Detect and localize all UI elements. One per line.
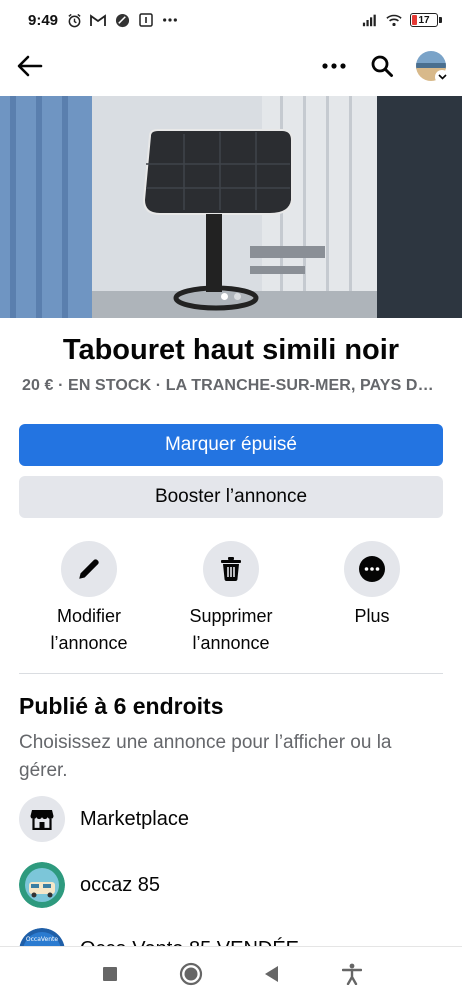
edit-listing-action[interactable]: Modifier l’annonce [14,541,164,657]
listing-actions: Modifier l’annonce Supprimer l’annonce P… [0,541,462,661]
delete-label-line2: l’annonce [192,633,270,653]
more-icon[interactable] [320,52,348,80]
more-listing-label: Plus [354,603,389,630]
back-icon[interactable] [256,959,286,989]
section-divider [19,673,443,674]
more-horizontal-icon[interactable] [344,541,400,597]
battery-icon: 17 [410,13,442,27]
group-avatar: OccaVente [19,928,65,947]
back-arrow-icon[interactable] [16,52,44,80]
home-icon[interactable] [176,959,206,989]
profile-avatar[interactable] [416,51,449,84]
delete-listing-label: Supprimer l’annonce [189,603,272,657]
published-description: Choisissez une annonce pour l’afficher o… [19,732,392,781]
published-title: Publié à 6 endroits [19,693,224,719]
signal-icon [362,12,378,28]
edit-label-line2: l’annonce [50,633,128,653]
status-right: 17 [362,12,442,28]
status-left: 9:49 [28,12,178,29]
top-nav [0,42,462,90]
place-label: Marketplace [80,807,189,830]
delete-listing-action[interactable]: Supprimer l’annonce [156,541,306,657]
place-label: occaz 85 [80,873,161,896]
more-listing-action[interactable]: Plus [297,541,447,630]
listing-meta: 20 € · EN STOCK · LA TRANCHE-SUR-MER, PA… [22,377,442,394]
listing-title: Tabouret haut simili noir [62,334,400,366]
gmail-icon [90,12,106,28]
accessibility-icon[interactable] [337,959,367,989]
battery-fill [412,15,417,25]
svg-text:OccaVente: OccaVente [26,936,58,943]
system-nav-bar [0,946,462,1000]
recent-apps-icon[interactable] [95,959,125,989]
place-item-marketplace[interactable]: Marketplace [19,795,443,843]
wifi-icon [386,12,402,28]
product-image-carousel[interactable] [0,96,462,318]
status-time: 9:49 [28,11,59,29]
battery-level: 17 [418,14,430,26]
trash-icon[interactable] [203,541,259,597]
edit-listing-label: Modifier l’annonce [50,603,127,657]
more-label-line1: Plus [354,606,390,626]
status-bar: 9:49 17 [0,0,462,40]
place-item-group[interactable]: occaz 85 [19,861,443,909]
delete-label-line1: Supprimer [189,606,273,626]
group-avatar [19,862,65,908]
place-item-group[interactable]: OccaVente Occa Vente 85 VENDÉE [19,925,443,947]
carousel-dot[interactable] [221,293,228,300]
battery-cap [439,17,442,23]
alarm-icon [66,12,82,28]
edit-label-line1: Modifier [56,606,122,626]
carousel-dot[interactable] [234,293,241,300]
app-icon [114,12,130,28]
nav-right [320,51,449,84]
carousel-dots [221,293,241,300]
marketplace-shop-icon [19,796,65,842]
pencil-icon[interactable] [61,541,117,597]
boost-listing-button[interactable]: Booster l’annonce [19,476,443,518]
stool-photo [0,96,462,318]
search-icon[interactable] [368,52,396,80]
battery-indicator: 17 [410,13,438,27]
more-dots-icon [162,12,178,28]
chevron-down-icon [435,70,449,84]
mark-sold-button[interactable]: Marquer épuisé [19,424,443,466]
notification-box-icon [138,12,154,28]
